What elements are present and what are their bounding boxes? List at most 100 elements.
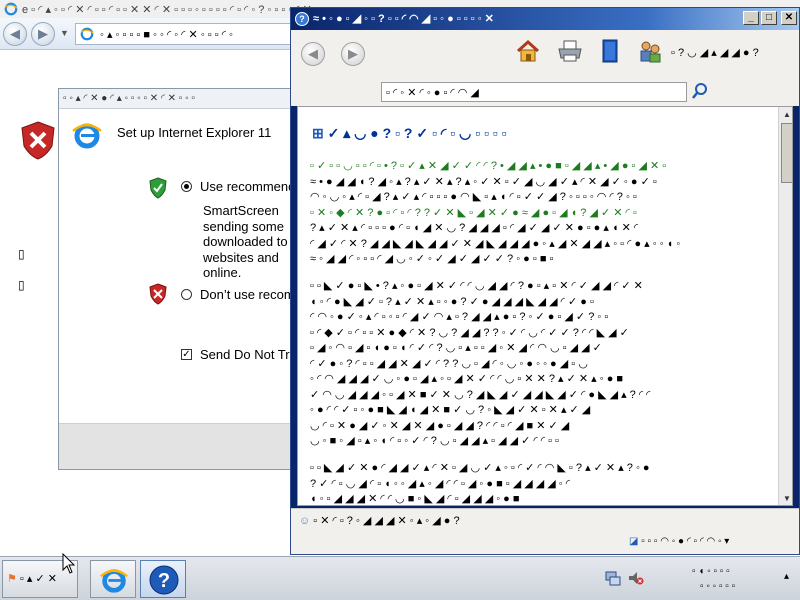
article-line: ≈ • ● ◢ ◢ ◖ ? ◢ ◦ ▴ ? ▴ ✓ ✕ ▴ ? ▴ ◦ ✓ ✕ … xyxy=(310,175,657,188)
help-window-title: ≈ • ◦ ● ▫ ◢ ◦ ▫ ? ▫ ▫ ◜ ◠ ◢ ▫ ◦ ● ▫ ▫ ▫ … xyxy=(313,13,494,25)
ie-logo-icon xyxy=(4,2,18,16)
taskbar-ie-button[interactable] xyxy=(90,560,136,598)
ie-address-text: ◦ ▴ ◦ ▫ ▫ ▫ ■ ◦ ◦ ◜ ◦ ◜ ✕ ◦ ▫ ▫ ◜ ◦ xyxy=(100,29,233,41)
print-icon[interactable] xyxy=(557,38,583,64)
start-label: ▫ ▴ ✓ ✕ xyxy=(19,573,57,585)
help-back-button[interactable]: ◀ xyxy=(301,42,325,66)
article-line: ◜ ✓ ● ◦ ? ◜ ▫ ▫ ◢ ◢ ✕ ◢ ✓ ◜ ? ? ◡ ▫ ◢ ◜ … xyxy=(310,357,588,370)
close-button[interactable]: ✕ xyxy=(781,11,797,25)
setup-dialog-title: Set up Internet Explorer 11 xyxy=(117,125,272,140)
search-icon[interactable] xyxy=(691,81,709,101)
help-icon: ? xyxy=(149,565,179,595)
article-line: ◖ ◦ ◜ ● ◣ ◢ ✓ ▫ ? ▴ ✓ ✕ ▴ ▫ ◦ ● ? ✓ ● ◢ … xyxy=(310,295,594,308)
dont-use-recommended-radio[interactable] xyxy=(181,289,192,300)
browse-help-icon[interactable] xyxy=(597,38,623,64)
article-line: ◜ ◢ ✓ ◜ ✕ ? ◢ ◢ ◣ ◢ ◣ ◢ ◢ ✓ ✕ ◢ ◣ ◢ ◢ ◢ … xyxy=(310,237,681,250)
show-desktop-button[interactable]: ▴ xyxy=(784,571,789,582)
ie-window-title: e ▫ ◜ ▴ ◦ ▫ ◜ ✕ ◜ ▫ ▫ ◜ ▫ ▫ ✕ ✕ ◜ ✕ ▫ ▫ … xyxy=(22,4,312,16)
article-line: ◦ ◜ ◠ ◢ ◢ ◢ ✓ ◡ ◦ ● ▫ ◢ ▴ ◦ ▫ ◢ ✕ ✓ ◜ ◜ … xyxy=(310,373,624,385)
article-line: ◖ ◦ ▫ ◢ ◢ ◢ ✕ ◜ ◜ ◡ ■ ◦ ◣ ◢ ◜ ▫ ◢ ◢ ◢ ◦ … xyxy=(310,493,520,505)
setup-dialog: ▫ ◦ ▴ ◜ ✕ ● ◜ ▴ ◦ ▫ ◦ ▫ ✕ ◜ ✕ ▫ ◦ ▫ Set … xyxy=(58,88,298,470)
options-menu[interactable]: ▫ ? ◡ ◢ ▴ ◢ ◢ ● ? xyxy=(671,46,759,59)
ie-page-icon xyxy=(80,27,94,41)
description-line: SmartScreen xyxy=(203,203,279,218)
help-forward-button[interactable]: ▶ xyxy=(341,42,365,66)
article-title-text: ✓ ▴ ◡ ● ? ▫ ? ✓ ▫ ◜ ▫ ◡ ▫ ▫ ▫ ▫ xyxy=(327,125,507,141)
scroll-up-arrow-icon[interactable]: ▲ xyxy=(779,107,792,123)
scroll-thumb[interactable] xyxy=(781,123,792,183)
article-line: ▫ ◜ ◆ ✓ ▫ ◜ ▫ ▫ ✕ ● ◆ ◜ ✕ ? ◡ ? ◢ ◢ ? ? … xyxy=(310,326,629,339)
taskbar-help-button[interactable]: ? xyxy=(140,560,186,598)
clock-time[interactable]: ▫ ◖ ◦ ▫ ▫ ▫ xyxy=(692,566,730,577)
setup-dialog-titlebar: ▫ ◦ ▴ ◜ ✕ ● ◜ ▴ ◦ ▫ ◦ ▫ ✕ ◜ ✕ ▫ ◦ ▫ xyxy=(59,89,297,109)
article-line: ◠ ◦ ◡ ◦ ▴ ◜ ▫ ◢ ? ▴ ✓ ▴ ◜ ▫ ▫ ▫ ● ◠ ◣ ▫ … xyxy=(310,191,637,203)
ask-someone-button[interactable]: ☺ ▫ ✕ ◜ ▫ ? ◦ ◢ ◢ ◢ ✕ ◦ ▴ ◦ ◢ ● ? xyxy=(299,514,460,527)
ask-people-icon[interactable] xyxy=(637,38,663,64)
help-article: ⊞ ✓ ▴ ◡ ● ? ▫ ? ✓ ▫ ◜ ▫ ◡ ▫ ▫ ▫ ▫ ▫ ✓ ▫ … xyxy=(297,106,793,506)
use-recommended-label: Use recommended security and compatibili… xyxy=(200,179,295,194)
windows-flag-icon: ⚑ xyxy=(7,573,20,585)
ie-forward-button[interactable]: ▶ xyxy=(31,22,55,46)
clock-date[interactable]: ▫ ◦ ◦ ▫ ▫ ▫ xyxy=(700,581,735,592)
article-line: ▫ ◢ ◦ ◠ ▫ ◢ ▫ ◖ ● ▫ ◖ ◜ ✓ ◜ ? ◡ ▫ ▴ ▫ ▫ … xyxy=(310,342,602,354)
article-line: ▫ ▫ ◣ ◢ ✓ ✕ ● ◜ ◢ ◢ ✓ ▴ ◜ ✕ ▫ ◢ ◡ ✓ ▴ ◦ … xyxy=(310,462,650,474)
article-line: ◜ ◠ ◦ ● ✓ ◦ ▴ ◜ ▫ ◦ ▫ ◜ ◢ ✓ ◠ ▴ ▫ ? ◢ ◢ … xyxy=(310,311,609,323)
dont-use-recommended-label: Don’t use recommended settings xyxy=(200,287,295,302)
description-line: sending some xyxy=(203,218,284,234)
ask-people-icon: ☺ xyxy=(299,515,314,527)
minimize-button[interactable]: _ xyxy=(743,11,759,25)
smartscreen-description: SmartScreen sending some downloaded to w… xyxy=(203,203,297,281)
help-window: ? ≈ • ◦ ● ▫ ◢ ◦ ▫ ? ▫ ▫ ◜ ◠ ◢ ▫ ◦ ● ▫ ▫ … xyxy=(290,7,800,555)
ie-logo-icon xyxy=(72,123,102,149)
ie-logo-icon xyxy=(100,569,128,593)
help-title-icon: ? xyxy=(295,12,309,26)
online-status-label: ▫ ▫ ▫ ◠ ◦ ● ◜ ▫ ◜ ◠ ◦ xyxy=(641,536,722,547)
help-search-row: ▫ ◜ ◦ ✕ ◜ ◦ ● ▫ ◜ ◠ ◢ xyxy=(291,80,799,106)
online-status-icon: ◪ xyxy=(629,536,642,547)
article-line: ? ✓ ◜ ▫ ◡ ◢ ◜ ▫ ◖ ◦ ◦ ◢ ▴ ◦ ◢ ◜ ◜ ▫ ◢ ◦ … xyxy=(310,477,571,490)
history-dropdown-icon[interactable]: ▼ xyxy=(60,28,69,38)
article-line: ◦ ● ◜ ◜ ✓ ▫ ◦ ● ■ ◣ ◢ ◖ ◢ ✕ ■ ✓ ◡ ? ◦ ◣ … xyxy=(310,404,591,416)
send-do-not-track-label: Send Do Not Track requests xyxy=(200,347,295,362)
article-line: ? ▴ ✓ ✕ ▴ ◜ ▫ ▫ ▫ ● ◜ ▫ ◖ ◢ ✕ ◡ ? ◢ ◢ ◢ … xyxy=(310,222,639,234)
description-line: websites and xyxy=(203,249,279,265)
description-line: online. xyxy=(203,265,242,281)
help-toolbar: ◀ ▶ ▫ ? ◡ ◢ ▴ ◢ ◢ ● ? xyxy=(291,30,799,80)
article-line[interactable]: ▫ ✕ ◦ ◆ ◜ ✕ ? ● ▫ ◜ ▫ ◜ ? ? ✓ ✕ ◣ ▫ ◢ ✕ … xyxy=(310,206,772,222)
help-scrollbar[interactable]: ▲ ▼ xyxy=(778,107,792,505)
ie-address-bar[interactable]: ◦ ▴ ◦ ▫ ▫ ▫ ■ ◦ ◦ ◜ ◦ ◜ ✕ ◦ ▫ ▫ ◜ ◦ xyxy=(75,23,295,45)
mouse-cursor-icon xyxy=(62,553,76,574)
online-help-status[interactable]: ◪ ▫ ▫ ▫ ◠ ◦ ● ◜ ▫ ◜ ◠ ◦ ▾ xyxy=(629,536,729,547)
article-line[interactable]: ▫ ✓ ▫ ▫ ◡ ▫ ▫ ◜ ▫ • ? ▫ ✓ ▴ ✕ ◢ ✓ ✓ ◜ ◜ … xyxy=(310,159,772,175)
home-icon[interactable] xyxy=(515,38,541,64)
side-mark: ▯ xyxy=(18,278,25,292)
help-article-title: ⊞ ✓ ▴ ◡ ● ? ▫ ? ✓ ▫ ◜ ▫ ◡ ▫ ▫ ▫ ▫ xyxy=(312,125,507,142)
send-do-not-track-checkbox[interactable]: ✓ xyxy=(181,349,192,360)
article-line: ✓ ◠ ◡ ◢ ◢ ◢ ◦ ▫ ◢ ✕ ■ ✓ ✕ ◡ ? ◢ ◣ ◢ ✓ ◢ … xyxy=(310,388,651,401)
ie-back-button[interactable]: ◀ xyxy=(3,22,27,46)
maximize-button[interactable]: □ xyxy=(761,11,777,25)
article-paragraph: ▫ ▫ ◣ ◢ ✓ ✕ ● ◜ ◢ ◢ ✓ ▴ ◜ ✕ ▫ ◢ ◡ ✓ ▴ ◦ … xyxy=(310,461,772,505)
taskbar: ⚑ ▫ ▴ ✓ ✕ ? ▫ ◖ ◦ ▫ ▫ ▫ ▫ ◦ ◦ ▫ ▫ ▫ ▴ xyxy=(0,556,800,600)
shield-red-icon xyxy=(149,283,167,305)
article-paragraph: ▫ ▫ ◣ ✓ ● ▫ ◣ • ? ▴ ◦ ● ▫ ◢ ✕ ✓ ◜ ◜ ◡ ◢ … xyxy=(310,279,772,450)
help-search-input[interactable]: ▫ ◜ ◦ ✕ ◜ ◦ ● ▫ ◜ ◠ ◢ xyxy=(381,82,687,102)
description-line: downloaded to xyxy=(203,234,288,250)
help-bottom-bar: ☺ ▫ ✕ ◜ ▫ ? ◦ ◢ ◢ ◢ ✕ ◦ ▴ ◦ ◢ ● ? ◪ ▫ ▫ … xyxy=(291,508,799,554)
use-recommended-radio[interactable] xyxy=(181,181,192,192)
setup-dialog-footer xyxy=(59,423,297,469)
article-line: ◡ ◦ ■ ◦ ◢ ▫ ▴ ◦ ◖ ◜ ▫ ◦ ✓ ◜ ? ◡ ▫ ◢ ◢ ▴ … xyxy=(310,435,559,447)
article-line: ▫ ▫ ◣ ✓ ● ▫ ◣ • ? ▴ ◦ ● ▫ ◢ ✕ ✓ ◜ ◜ ◡ ◢ … xyxy=(310,280,643,292)
article-line: ◡ ◜ ▫ ✕ ● ◢ ✓ ◦ ✕ ◢ ✕ ◢ ● ▫ ◢ ◢ ? ◜ ◜ ▫ … xyxy=(310,419,570,432)
security-shield-red-icon xyxy=(21,121,55,160)
network-icon[interactable] xyxy=(605,570,621,586)
volume-muted-icon[interactable] xyxy=(628,570,644,586)
scroll-down-arrow-icon[interactable]: ▼ xyxy=(779,491,792,505)
ask-someone-label: ▫ ✕ ◜ ▫ ? ◦ ◢ ◢ ◢ ✕ ◦ ▴ ◦ ◢ ● ? xyxy=(313,515,460,527)
article-paragraph: ▫ ✓ ▫ ▫ ◡ ▫ ▫ ◜ ▫ • ? ▫ ✓ ▴ ✕ ◢ ✓ ✓ ◜ ◜ … xyxy=(310,159,772,268)
article-line: ≈ ◦ ◢ ◢ ◜ ◦ ▫ ▫ ◜ ◢ ◡ ◦ ✓ ◦ ✓ ◢ ✓ ◢ ✓ ✓ … xyxy=(310,253,554,265)
windows-logo-icon: ⊞ xyxy=(312,125,328,141)
help-titlebar: ? ≈ • ◦ ● ▫ ◢ ◦ ▫ ? ▫ ▫ ◜ ◠ ◢ ▫ ◦ ● ▫ ▫ … xyxy=(291,8,799,30)
shield-green-icon xyxy=(149,177,167,199)
side-mark: ▯ xyxy=(18,247,25,261)
